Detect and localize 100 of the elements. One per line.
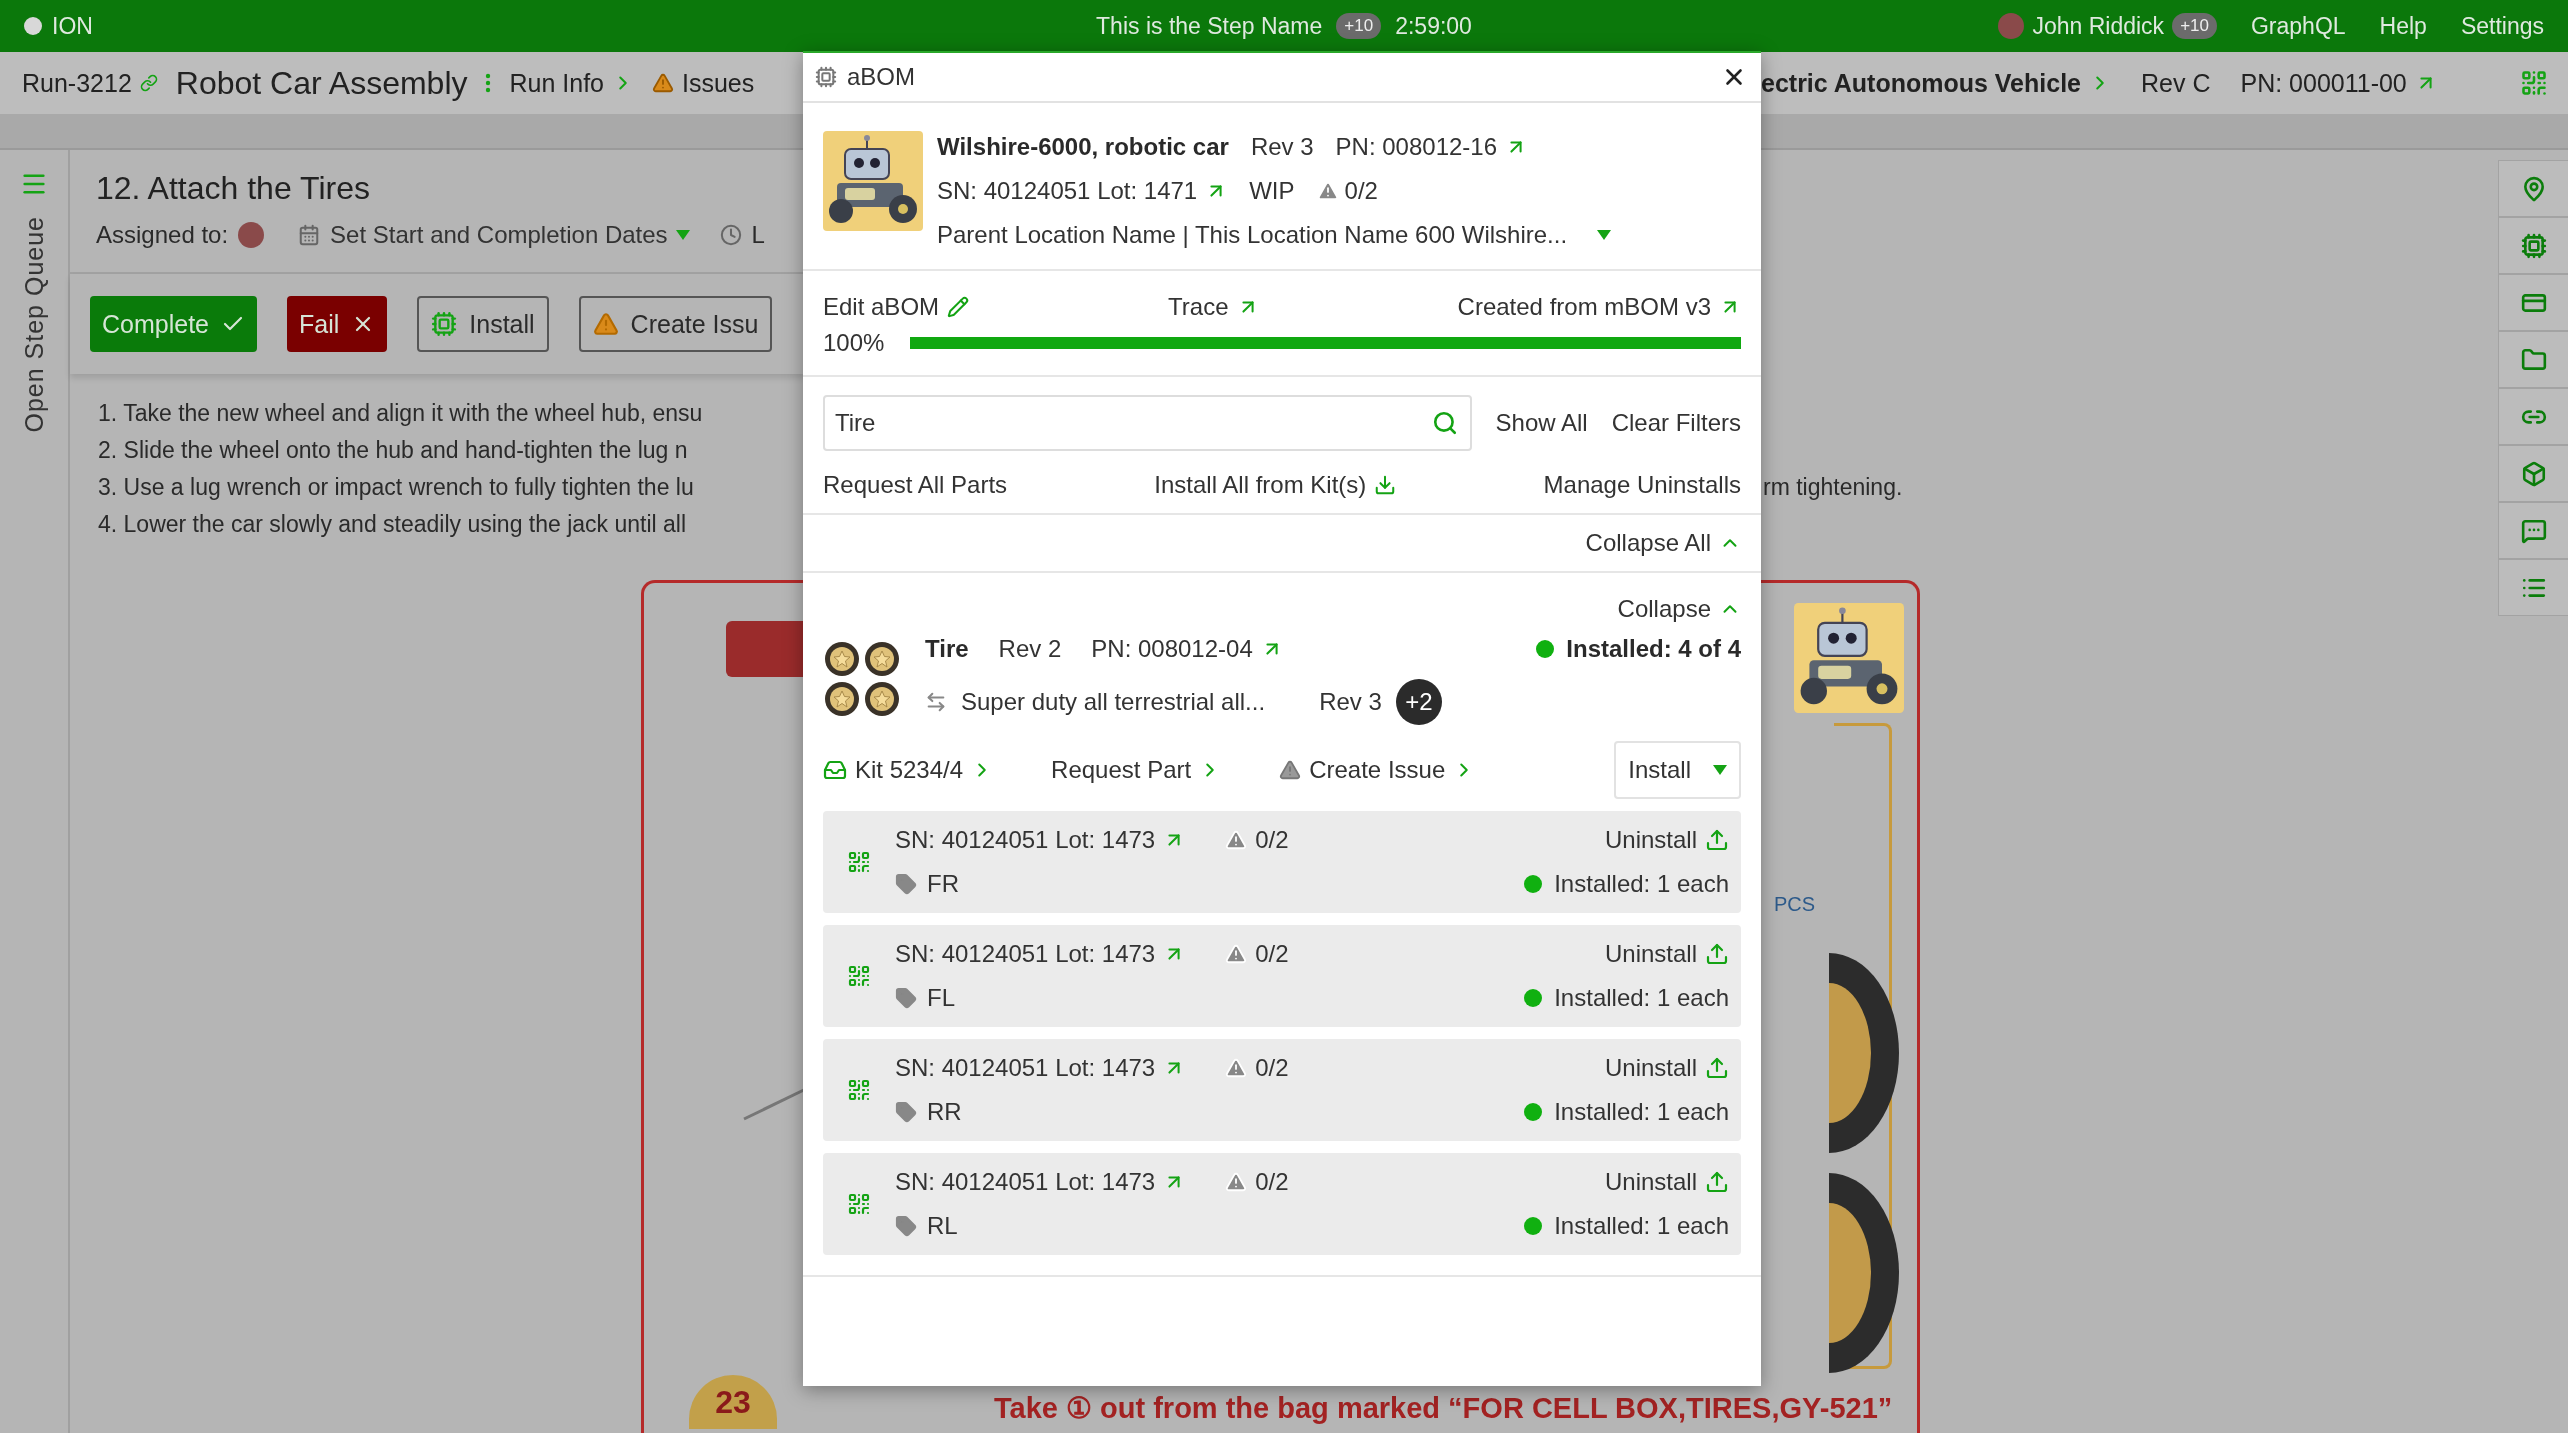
side-tool-button[interactable] bbox=[2498, 502, 2568, 559]
alternate-revision: Rev 3 bbox=[1319, 688, 1382, 716]
pencil-icon bbox=[947, 296, 970, 318]
upload-icon bbox=[1705, 1170, 1729, 1194]
step-action-button[interactable]: Complete bbox=[90, 296, 257, 352]
filter-link[interactable]: Clear Filters bbox=[1611, 409, 1741, 437]
warning-icon bbox=[1225, 829, 1248, 851]
assigned-label: Assigned to: bbox=[96, 221, 229, 249]
item-revision: Rev 3 bbox=[1250, 133, 1314, 161]
upload-icon bbox=[1705, 828, 1729, 852]
serial-link[interactable]: SN: 40124051 Lot: 1471 bbox=[937, 177, 1228, 205]
item-name: Wilshire-6000, robotic car bbox=[937, 133, 1229, 161]
download-icon bbox=[1374, 474, 1397, 496]
side-tool-button[interactable] bbox=[2498, 274, 2568, 331]
part-action-link[interactable]: Create Issue bbox=[1279, 756, 1476, 784]
abom-link[interactable]: Edit aBOM bbox=[823, 293, 970, 321]
top-nav-link[interactable]: Help bbox=[2353, 12, 2427, 40]
part-action-link[interactable]: Kit 5234/4 bbox=[823, 756, 994, 784]
part-number-link[interactable]: PN: 008012-16 bbox=[1335, 133, 1528, 161]
install-dropdown[interactable]: Install bbox=[1614, 741, 1741, 799]
part-action-link[interactable]: Request Part bbox=[1051, 756, 1222, 784]
installed-count: Installed: 4 of 4 bbox=[1566, 635, 1741, 663]
uninstall-link[interactable]: Uninstall bbox=[1604, 1054, 1729, 1082]
upload-icon bbox=[1705, 1056, 1729, 1080]
caret-icon bbox=[1713, 765, 1727, 775]
run-title: Robot Car Assembly bbox=[175, 64, 468, 102]
top-nav-link[interactable]: Settings bbox=[2434, 12, 2544, 40]
uninstall-link[interactable]: Uninstall bbox=[1604, 940, 1729, 968]
uninstall-link[interactable]: Uninstall bbox=[1604, 1168, 1729, 1196]
instruction-line: 2. Slide the wheel onto the hub and hand-tighten the lug n bbox=[97, 437, 689, 464]
installed-status: Installed: 1 each bbox=[1554, 984, 1729, 1012]
chat-icon bbox=[2520, 517, 2547, 544]
search-field[interactable]: Tire bbox=[823, 395, 1472, 451]
serial-link[interactable]: SN: 40124051 Lot: 1473 bbox=[895, 940, 1186, 968]
part-number-link[interactable]: PN: 000011-00 bbox=[2240, 68, 2437, 98]
part-name: Tire bbox=[925, 635, 969, 663]
warning-icon bbox=[1279, 759, 1302, 781]
status-dot bbox=[1524, 1217, 1543, 1235]
count-badge: +2 bbox=[1395, 679, 1442, 725]
dates-dropdown[interactable]: Set Start and Completion Dates bbox=[330, 221, 690, 249]
side-tool-button[interactable] bbox=[2498, 160, 2568, 217]
tray-icon bbox=[823, 758, 847, 782]
part-number-link[interactable]: PN: 008012-04 bbox=[1091, 635, 1283, 663]
revision-label[interactable]: Rev C bbox=[2141, 68, 2211, 98]
product-link[interactable]: ectric Autonomous Vehicle bbox=[1761, 68, 2111, 98]
bulk-action-link[interactable]: Install All from Kit(s) bbox=[1154, 471, 1397, 499]
step-title: 12. Attach the Tires bbox=[96, 170, 371, 207]
warning-icon bbox=[592, 311, 619, 337]
abom-link[interactable]: Trace bbox=[1168, 293, 1259, 321]
serial-link[interactable]: SN: 40124051 Lot: 1473 bbox=[895, 1054, 1186, 1082]
run-nav-link[interactable]: Issues bbox=[652, 68, 755, 98]
status-dot bbox=[1536, 640, 1555, 658]
search-icon[interactable] bbox=[1431, 410, 1458, 436]
avatar-icon bbox=[238, 222, 265, 248]
side-tool-button[interactable] bbox=[2498, 217, 2568, 274]
collapse-all-link[interactable]: Collapse All bbox=[1585, 529, 1741, 557]
step-action-button[interactable]: Create Issu bbox=[578, 296, 773, 352]
side-tool-button[interactable] bbox=[2498, 331, 2568, 388]
calendar-icon bbox=[298, 224, 321, 246]
avatar-icon bbox=[1998, 13, 2025, 39]
position-label: FR bbox=[927, 870, 959, 898]
bulk-action-link[interactable]: Manage Uninstalls bbox=[1543, 471, 1741, 499]
time-label: L bbox=[751, 221, 765, 249]
part-revision: Rev 2 bbox=[998, 635, 1062, 663]
app-name: ION bbox=[52, 12, 93, 40]
side-tool-button[interactable] bbox=[2498, 445, 2568, 502]
issue-count: 0/2 bbox=[1255, 826, 1289, 854]
installed-status: Installed: 1 each bbox=[1554, 1212, 1729, 1240]
qr-code-icon bbox=[2520, 69, 2548, 97]
user-name[interactable]: John Riddick bbox=[2032, 12, 2165, 40]
side-tool-button[interactable] bbox=[2498, 388, 2568, 445]
warning-icon bbox=[1225, 943, 1248, 965]
progress-reading: 100% bbox=[823, 329, 885, 357]
warning-icon bbox=[1316, 180, 1339, 202]
instruction-line: 1. Take the new wheel and align it with the wheel hub, ensu bbox=[97, 400, 704, 427]
warning-icon bbox=[1225, 1057, 1248, 1079]
tag-icon bbox=[895, 1215, 917, 1237]
item-location: Parent Location Name | This Location Name 600 Wilshire... bbox=[937, 221, 1568, 249]
unit-label: PCS bbox=[1774, 893, 1816, 916]
top-nav-link[interactable]: GraphQL bbox=[2224, 12, 2346, 40]
step-action-button[interactable]: Fail bbox=[287, 296, 388, 352]
alternate-part: Super duty all terrestrial all... bbox=[961, 688, 1266, 716]
issue-count: 0/2 bbox=[1255, 940, 1289, 968]
uninstall-link[interactable]: Uninstall bbox=[1604, 826, 1729, 854]
swap-icon bbox=[925, 691, 947, 713]
chip-icon bbox=[2520, 232, 2547, 259]
abom-link[interactable]: Created from mBOM v3 bbox=[1457, 293, 1741, 321]
step-queue-toggle[interactable]: Open Step Queue bbox=[19, 216, 49, 433]
bulk-action-link[interactable]: Request All Parts bbox=[823, 471, 1008, 499]
caret-icon bbox=[675, 230, 690, 240]
step-action-button[interactable]: Install bbox=[417, 296, 549, 352]
run-nav-link[interactable]: Run Info bbox=[509, 68, 634, 98]
collapse-link[interactable]: Collapse bbox=[1617, 595, 1741, 623]
kebab-menu-icon[interactable] bbox=[485, 73, 492, 93]
side-tool-button[interactable] bbox=[2498, 559, 2568, 616]
filter-link[interactable]: Show All bbox=[1495, 409, 1588, 437]
serial-link[interactable]: SN: 40124051 Lot: 1473 bbox=[895, 1168, 1186, 1196]
run-id-link[interactable]: Run-3212 bbox=[22, 68, 158, 98]
serial-link[interactable]: SN: 40124051 Lot: 1473 bbox=[895, 826, 1186, 854]
instruction-line: rm tightening. bbox=[1763, 474, 1904, 501]
